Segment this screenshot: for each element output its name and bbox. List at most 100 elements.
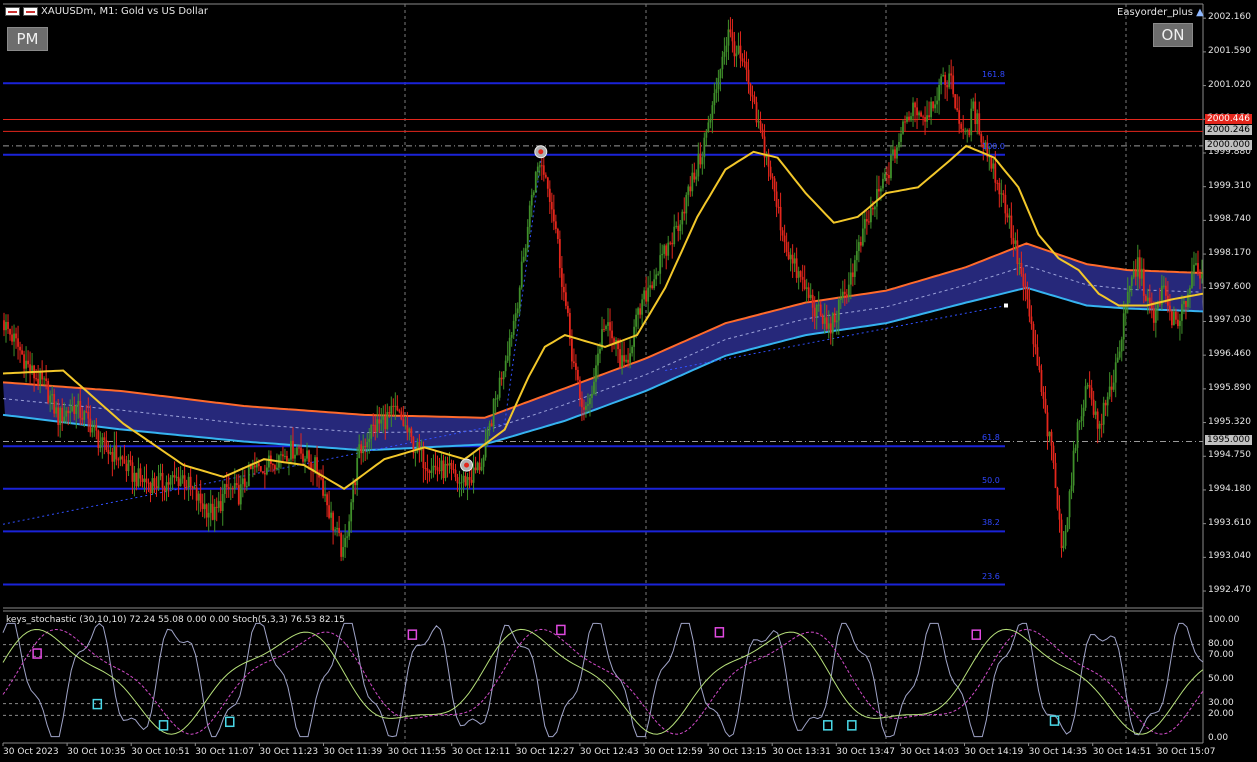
candle-body (653, 279, 656, 289)
candle-body (803, 279, 806, 289)
candle-body (1040, 370, 1043, 393)
candle-body (645, 290, 648, 302)
candle-body (952, 75, 955, 95)
candle-body (432, 465, 435, 471)
candle-body (737, 45, 740, 54)
candle-body (474, 467, 477, 471)
candle-body (759, 121, 762, 130)
candle-body (542, 165, 545, 175)
candle-body (946, 84, 949, 88)
candle-body (253, 465, 256, 468)
candle-body (374, 424, 377, 432)
candle-body (647, 287, 650, 302)
candle-body (358, 444, 361, 459)
candle-body (364, 445, 367, 448)
candle-body (685, 194, 688, 214)
candle-body (95, 425, 98, 431)
candle-body (123, 459, 126, 464)
candle-body (177, 476, 180, 487)
candle-body (898, 141, 900, 148)
candle-body (845, 294, 848, 297)
candle-body (274, 465, 276, 470)
candle-body (739, 45, 742, 59)
candle-body (159, 472, 162, 477)
candle-body (143, 478, 146, 482)
candle-body (579, 379, 581, 399)
candle-body (1000, 193, 1003, 195)
candle-body (639, 308, 642, 315)
candle-body (151, 478, 154, 494)
candle-body (932, 101, 935, 109)
candle-body (924, 117, 926, 122)
candle-body (390, 405, 393, 414)
candle-body (518, 287, 521, 309)
candle-body (1118, 351, 1121, 358)
candle-body (886, 174, 888, 176)
candle-body (558, 239, 561, 269)
candle-body (799, 271, 802, 277)
candle-body (205, 504, 208, 518)
candle-body (783, 235, 786, 243)
candle-body (825, 317, 828, 329)
on-button[interactable]: ON (1153, 23, 1193, 47)
candle-body (167, 482, 170, 485)
candle-body (978, 113, 981, 135)
candle-body (241, 478, 244, 485)
candle-body (958, 110, 961, 124)
candle-body (906, 116, 908, 122)
candle-body (673, 226, 676, 245)
candle-body (322, 478, 324, 496)
candle-body (693, 172, 696, 180)
candle-body (388, 412, 391, 414)
candle-body (1092, 399, 1095, 415)
candle-body (731, 32, 734, 42)
candle-body (1170, 311, 1173, 326)
candle-body (1116, 357, 1119, 363)
candle-body (3, 320, 5, 331)
candle-body (1148, 297, 1151, 303)
candle-body (294, 454, 296, 459)
pm-button[interactable]: PM (7, 27, 48, 51)
candle-body (179, 478, 182, 487)
candle-body (235, 483, 238, 486)
price-axis-label: 1996.460 (1208, 349, 1251, 360)
candle-body (79, 400, 82, 418)
candle-body (1154, 308, 1157, 323)
indicator-axis-label: 70.00 (1208, 650, 1234, 661)
candle-body (261, 471, 264, 473)
fib-label: 61.8 (982, 433, 1000, 443)
candle-body (404, 425, 407, 427)
candle-body (466, 476, 469, 486)
candle-body (115, 445, 118, 460)
candle-body (751, 94, 754, 97)
candle-body (757, 121, 760, 123)
candle-body (189, 476, 192, 487)
candle-body (1088, 385, 1091, 388)
trading-chart[interactable] (0, 0, 1257, 762)
time-axis-label: 30 Oct 11:07 (195, 747, 254, 757)
candle-body (1028, 299, 1031, 317)
candle-body (129, 460, 132, 463)
candle-body (1082, 407, 1085, 417)
price-axis-label: 1995.890 (1208, 382, 1251, 393)
candle-body (255, 463, 258, 468)
candle-body (1104, 402, 1107, 406)
candle-body (1183, 301, 1185, 305)
candle-body (41, 371, 44, 380)
candle-body (103, 437, 106, 441)
candle-body (1064, 531, 1067, 546)
candle-body (717, 78, 720, 90)
hat-icon: ▲ (1196, 7, 1204, 18)
candle-body (141, 478, 144, 482)
candle-body (920, 112, 922, 117)
candle-body (530, 195, 533, 206)
candle-body (185, 486, 188, 488)
candle-body (398, 410, 401, 412)
candle-body (960, 123, 963, 129)
candle-body (300, 447, 302, 454)
candle-body (831, 313, 834, 334)
candle-body (865, 219, 868, 222)
time-axis-label: 30 Oct 13:15 (708, 747, 767, 757)
candle-body (1078, 421, 1081, 423)
candle-body (73, 406, 76, 414)
